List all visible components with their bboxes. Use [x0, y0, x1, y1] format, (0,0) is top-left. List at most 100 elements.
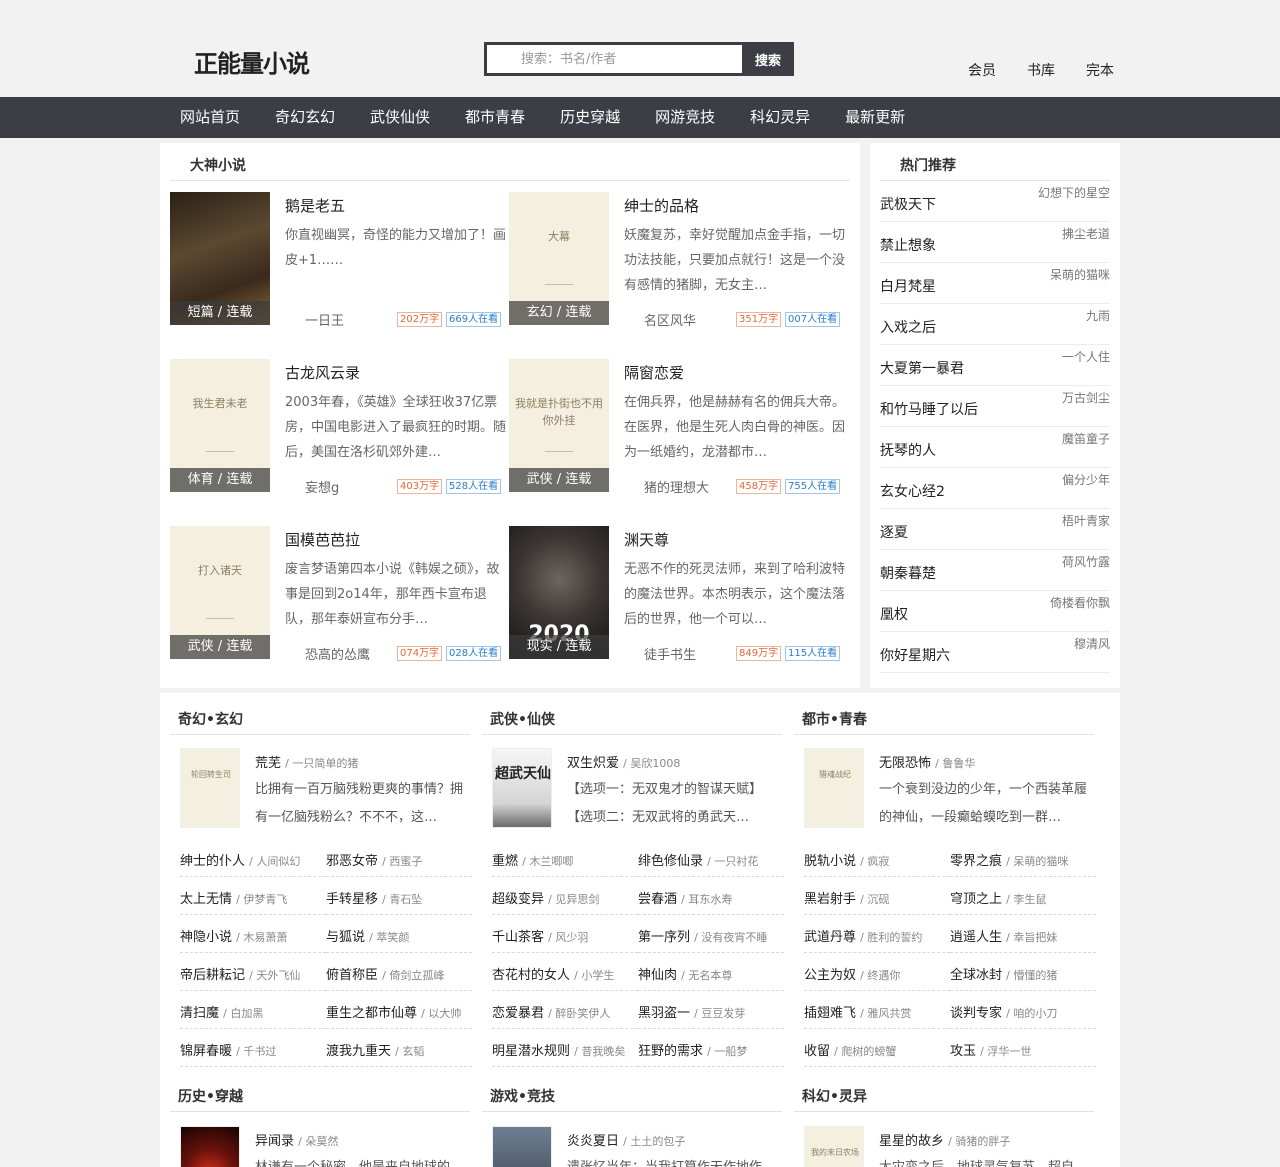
- list-item-title[interactable]: 武道丹尊: [804, 930, 856, 945]
- book-cover[interactable]: 我的末日农场: [804, 1126, 864, 1167]
- list-item-author[interactable]: / 浮华一世: [980, 1045, 1031, 1058]
- book-title[interactable]: 炎炎夏日 / 土土的包子: [567, 1130, 685, 1149]
- book-author[interactable]: 猪的理想大: [644, 477, 709, 496]
- book-title-text[interactable]: 双生炽爱: [567, 756, 619, 771]
- list-item[interactable]: 锦屏春暖 / 千书过: [180, 1040, 326, 1067]
- category-title[interactable]: 奇幻•玄幻: [178, 709, 243, 729]
- book-author[interactable]: / 骑猪的胖子: [948, 1135, 1010, 1148]
- list-item[interactable]: 黑羽盗一 / 豆豆发芽: [638, 1002, 784, 1029]
- list-item[interactable]: 狂野的需求 / 一船梦: [638, 1040, 784, 1067]
- list-item-author[interactable]: / 沉砚: [860, 893, 889, 906]
- list-item-author[interactable]: / 醉卧笑伊人: [548, 1007, 610, 1020]
- category-feature-book[interactable]: 我的末日农场 星星的故乡 / 骑猪的胖子 大灾变之后，地球灵气复苏，超自: [784, 1126, 1074, 1167]
- list-item[interactable]: 脱轨小说 / 疯寂: [804, 850, 950, 877]
- book-author[interactable]: / 一只简单的猪: [285, 757, 358, 770]
- list-item-title[interactable]: 杏花村的女人: [492, 968, 570, 983]
- book-author[interactable]: / 吴欣1008: [623, 757, 680, 770]
- hot-item-author[interactable]: 拂尘老道: [1062, 225, 1110, 242]
- list-item-title[interactable]: 脱轨小说: [804, 854, 856, 869]
- list-item-author[interactable]: / 白加黑: [223, 1007, 263, 1020]
- list-item-title[interactable]: 绅士的仆人: [180, 854, 245, 869]
- hot-item-title[interactable]: 大夏第一暴君: [880, 358, 964, 378]
- list-item-title[interactable]: 神隐小说: [180, 930, 232, 945]
- hot-item-author[interactable]: 偏分少年: [1062, 471, 1110, 488]
- hot-item-author[interactable]: 呆萌的猫咪: [1050, 266, 1110, 283]
- list-item[interactable]: 重生之都市仙尊 / 以大帅: [326, 1002, 472, 1029]
- list-item-title[interactable]: 攻玉: [950, 1044, 976, 1059]
- book-cover[interactable]: 轮回转生司: [180, 748, 240, 828]
- list-item-author[interactable]: / 倚剑立孤峰: [382, 969, 444, 982]
- nav-latest[interactable]: 最新更新: [845, 97, 905, 138]
- list-item-author[interactable]: / 玄韬: [395, 1045, 424, 1058]
- hot-item-author[interactable]: 梧叶青家: [1062, 512, 1110, 529]
- list-item-title[interactable]: 狂野的需求: [638, 1044, 703, 1059]
- hot-item[interactable]: 朝秦暮楚 荷风竹露: [880, 550, 1110, 591]
- hot-item-author[interactable]: 魔笛童子: [1062, 430, 1110, 447]
- list-item[interactable]: 零界之痕 / 呆萌的猫咪: [950, 850, 1096, 877]
- list-item[interactable]: 清扫魔 / 白加黑: [180, 1002, 326, 1029]
- list-item-author[interactable]: / 风少羽: [548, 931, 588, 944]
- hot-item-title[interactable]: 你好星期六: [880, 645, 950, 665]
- hot-item-author[interactable]: 倚楼看你飘: [1050, 594, 1110, 611]
- list-item[interactable]: 邪恶女帝 / 西蜜子: [326, 850, 472, 877]
- hot-item[interactable]: 你好星期六 穆清风: [880, 632, 1110, 673]
- list-item[interactable]: 攻玉 / 浮华一世: [950, 1040, 1096, 1067]
- book-cover[interactable]: 2020 现实 / 连载: [509, 526, 609, 659]
- list-item-title[interactable]: 绯色修仙录: [638, 854, 703, 869]
- list-item-title[interactable]: 尝春酒: [638, 892, 677, 907]
- search-button[interactable]: 搜索: [742, 42, 794, 76]
- list-item[interactable]: 绅士的仆人 / 人间似幻: [180, 850, 326, 877]
- list-item-author[interactable]: / 萃笑颜: [369, 931, 409, 944]
- featured-book[interactable]: 我生君未老 体育 / 连载 古龙风云录 2003年春，《英雄》全球狂收37亿票房…: [170, 359, 510, 496]
- list-item-author[interactable]: / 终遇你: [860, 969, 900, 982]
- list-item-author[interactable]: / 伊梦青飞: [236, 893, 287, 906]
- category-feature-book[interactable]: 超武天仙 双生炽爱 / 吴欣1008 【选项一：无双鬼才的智谋天赋】【选项二：无…: [472, 748, 762, 838]
- list-item-title[interactable]: 穹顶之上: [950, 892, 1002, 907]
- hot-item-title[interactable]: 入戏之后: [880, 317, 936, 337]
- featured-book[interactable]: 打入诸天 武侠 / 连载 国模芭芭拉 废言梦语第四本小说《韩娱之硕》，故事是回到…: [170, 526, 510, 663]
- list-item[interactable]: 恋爱暴君 / 醉卧笑伊人: [492, 1002, 638, 1029]
- hot-item[interactable]: 玄女心经2 偏分少年: [880, 468, 1110, 509]
- nav-fantasy[interactable]: 奇幻玄幻: [275, 97, 335, 138]
- hot-item-author[interactable]: 幻想下的星空: [1038, 184, 1110, 201]
- book-title[interactable]: 荒芜 / 一只简单的猪: [255, 752, 358, 771]
- category-title[interactable]: 武侠•仙侠: [490, 709, 555, 729]
- list-item[interactable]: 俯首称臣 / 倚剑立孤峰: [326, 964, 472, 991]
- book-author[interactable]: 名区风华: [644, 310, 696, 329]
- list-item-author[interactable]: / 见异思剑: [548, 893, 599, 906]
- hot-item-title[interactable]: 武极天下: [880, 194, 936, 214]
- list-item[interactable]: 尝春酒 / 耳东水寿: [638, 888, 784, 915]
- hot-item-author[interactable]: 穆清风: [1074, 635, 1110, 652]
- list-item-title[interactable]: 恋爱暴君: [492, 1006, 544, 1021]
- site-logo[interactable]: 正能量小说: [194, 44, 310, 79]
- list-item[interactable]: 穹顶之上 / 李生鼠: [950, 888, 1096, 915]
- hot-item-author[interactable]: 荷风竹露: [1062, 553, 1110, 570]
- hot-item[interactable]: 逐夏 梧叶青家: [880, 509, 1110, 550]
- list-item[interactable]: 绯色修仙录 / 一只衬花: [638, 850, 784, 877]
- hot-item[interactable]: 白月梵星 呆萌的猫咪: [880, 263, 1110, 304]
- category-title[interactable]: 历史•穿越: [178, 1086, 243, 1106]
- list-item-title[interactable]: 黑羽盗一: [638, 1006, 690, 1021]
- hot-item-title[interactable]: 禁止想象: [880, 235, 936, 255]
- book-cover[interactable]: [492, 1126, 552, 1167]
- list-item-title[interactable]: 零界之痕: [950, 854, 1002, 869]
- book-title[interactable]: 绅士的品格: [624, 195, 699, 216]
- list-item-title[interactable]: 插翅难飞: [804, 1006, 856, 1021]
- list-item-author[interactable]: / 昔我晚矣: [574, 1045, 625, 1058]
- book-cover[interactable]: 短篇 / 连载: [170, 192, 270, 325]
- book-author[interactable]: 一日王: [305, 310, 344, 329]
- list-item-author[interactable]: / 木易萧萧: [236, 931, 287, 944]
- list-item-title[interactable]: 黑岩射手: [804, 892, 856, 907]
- list-item-author[interactable]: / 一只衬花: [707, 855, 758, 868]
- featured-book[interactable]: 短篇 / 连载 鹅是老五 你直视幽冥，奇怪的能力又增加了！画皮+1…… 一日王 …: [170, 192, 510, 329]
- list-item[interactable]: 公主为奴 / 终遇你: [804, 964, 950, 991]
- book-cover[interactable]: 大幕 玄幻 / 连载: [509, 192, 609, 325]
- list-item-author[interactable]: / 人间似幻: [249, 855, 300, 868]
- book-title[interactable]: 双生炽爱 / 吴欣1008: [567, 752, 680, 771]
- list-item-author[interactable]: / 胜利的誓约: [860, 931, 922, 944]
- category-feature-book[interactable]: 异闻录 / 朵莫然 林谦有一个秘密，他是来自地球的: [160, 1126, 450, 1167]
- book-title-text[interactable]: 无限恐怖: [879, 756, 931, 771]
- list-item-author[interactable]: / 小学生: [574, 969, 614, 982]
- hot-item[interactable]: 武极天下 幻想下的星空: [880, 181, 1110, 222]
- list-item-title[interactable]: 重燃: [492, 854, 518, 869]
